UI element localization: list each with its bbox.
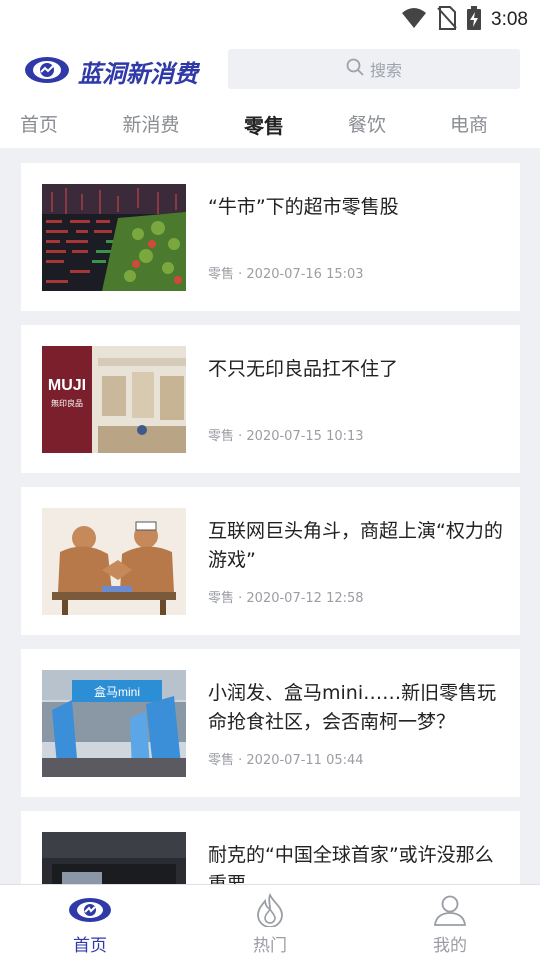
muji-sign-subtext: 無印良品 — [51, 398, 83, 408]
wifi-icon — [401, 7, 427, 33]
nav-profile[interactable]: 我的 — [390, 893, 510, 956]
article-title: 互联网巨头角斗，商超上演“权力的游戏” — [208, 520, 503, 571]
article-card[interactable]: 互联网巨头角斗，商超上演“权力的游戏” 零售 · 2020-07-12 12:5… — [21, 487, 520, 635]
no-sim-icon — [437, 6, 457, 34]
tab-catering[interactable]: 餐饮 — [348, 110, 386, 137]
search-placeholder: 搜索 — [369, 61, 402, 80]
article-meta: 零售 · 2020-07-11 05:44 — [208, 753, 364, 768]
status-bar: 3:08 — [0, 0, 540, 36]
article-title: 不只无印良品扛不住了 — [208, 358, 399, 380]
article-meta: 零售 · 2020-07-15 10:13 — [208, 429, 364, 444]
nav-label: 热门 — [253, 936, 287, 956]
tab-new-consumption[interactable]: 新消费 — [122, 110, 179, 137]
bottom-nav: 首页 热门 我的 — [0, 884, 540, 960]
article-title: 小润发、盒马mini……新旧零售玩命抢食社区，会否南柯一梦？ — [208, 682, 497, 733]
search-icon — [346, 58, 364, 80]
status-icons: 3:08 — [401, 6, 528, 34]
logo-text: 蓝洞新消费 — [78, 60, 198, 88]
nav-label: 首页 — [73, 936, 107, 956]
article-meta: 零售 · 2020-07-16 15:03 — [208, 267, 364, 282]
muji-store-image: MUJI 無印良品 — [42, 346, 186, 453]
tab-retail[interactable]: 零售 — [244, 110, 284, 139]
category-tabs: 首页 新消费 零售 餐饮 电商 — [0, 100, 540, 148]
article-card[interactable]: “牛市”下的超市零售股 零售 · 2020-07-16 15:03 — [21, 163, 520, 311]
logo-eye-icon — [24, 55, 70, 89]
article-title: “牛市”下的超市零售股 — [208, 196, 399, 218]
article-meta: 零售 · 2020-07-12 12:58 — [208, 591, 364, 606]
app-header: 蓝洞新消费 搜索 — [0, 36, 540, 100]
tab-home[interactable]: 首页 — [20, 110, 58, 137]
store-sign-text: 盒马mini — [94, 684, 140, 699]
nav-hot[interactable]: 热门 — [210, 893, 330, 956]
battery-charging-icon — [467, 6, 482, 34]
stock-market-image — [42, 184, 186, 291]
home-logo-icon — [30, 893, 150, 927]
search-input[interactable]: 搜索 — [228, 49, 520, 89]
tab-ecommerce[interactable]: 电商 — [450, 110, 488, 137]
article-card[interactable]: MUJI 無印良品 不只无印良品扛不住了 零售 · 2020-07-15 10:… — [21, 325, 520, 473]
arm-wrestling-image — [42, 508, 186, 615]
user-icon — [390, 893, 510, 927]
article-card[interactable]: 盒马mini 小润发、盒马mini……新旧零售玩命抢食社区，会否南柯一梦？ 零售… — [21, 649, 520, 797]
status-time: 3:08 — [491, 9, 528, 30]
flame-icon — [210, 893, 330, 927]
nav-label: 我的 — [433, 936, 467, 956]
nav-home[interactable]: 首页 — [30, 893, 150, 956]
hema-mini-store-image: 盒马mini — [42, 670, 186, 777]
muji-sign-text: MUJI — [48, 377, 86, 394]
app-logo[interactable]: 蓝洞新消费 — [24, 54, 198, 89]
